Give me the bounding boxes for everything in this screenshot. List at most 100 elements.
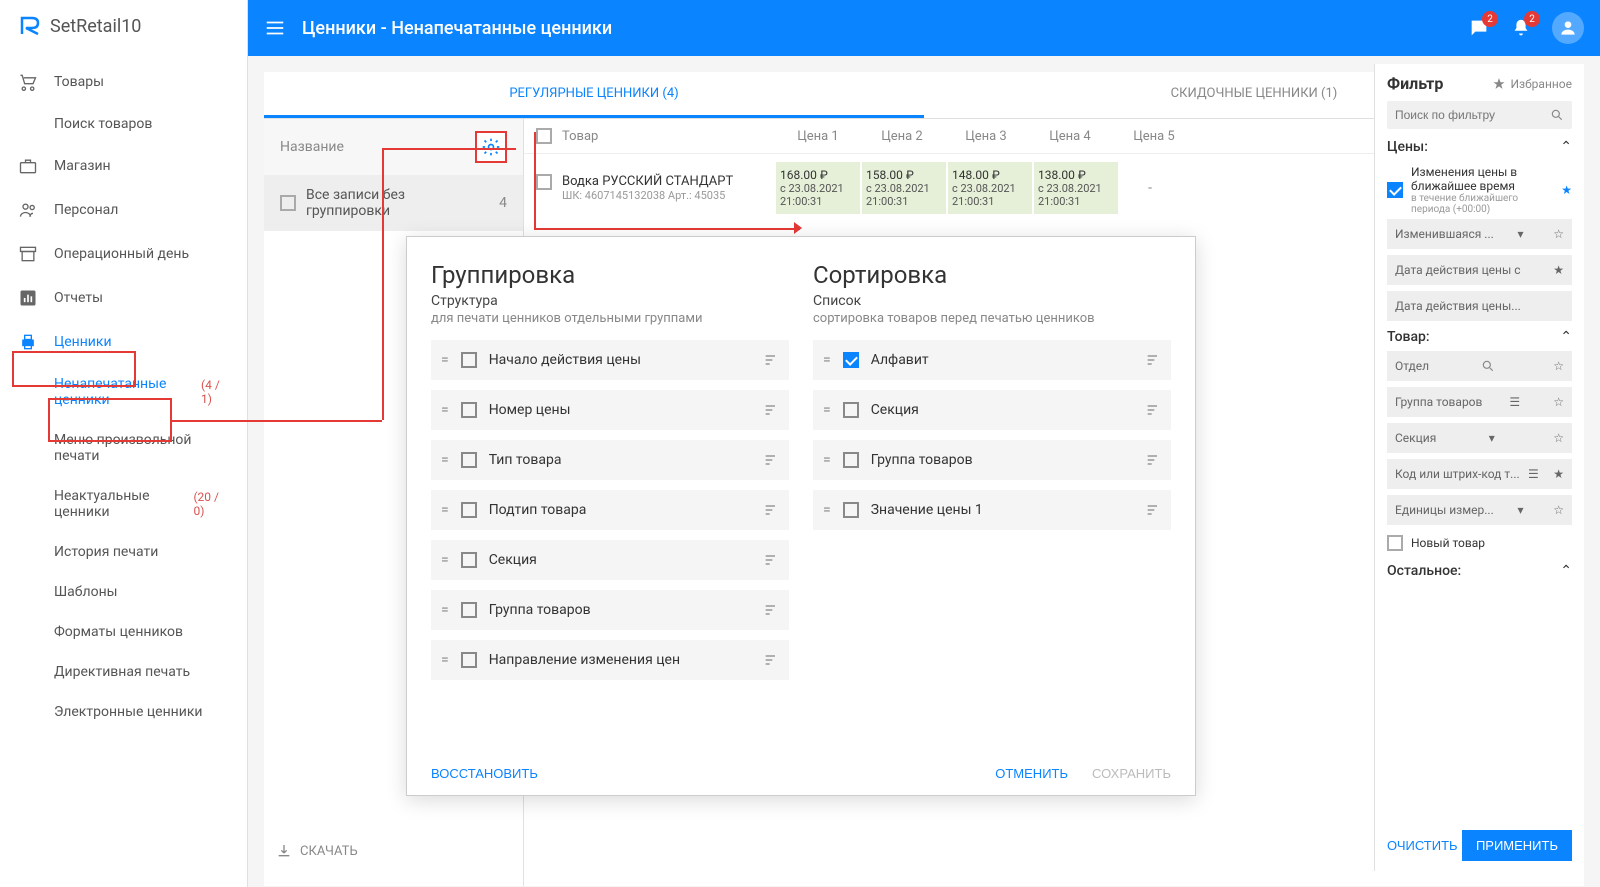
filter-department[interactable]: Отдел ☆ [1387,351,1572,381]
star-icon[interactable]: ☆ [1553,395,1564,409]
star-icon[interactable]: ★ [1561,183,1572,197]
filter-date-from[interactable]: Дата действия цены с★ [1387,255,1572,285]
checkbox[interactable] [1387,182,1403,198]
drag-handle-icon[interactable]: = [441,452,449,468]
group-list-item[interactable]: =Номер цены [431,390,789,430]
messages-button[interactable]: 2 [1468,17,1490,39]
checkbox[interactable] [280,195,296,211]
sort-icon[interactable] [1145,502,1161,518]
star-icon[interactable]: ☆ [1553,503,1564,517]
drag-handle-icon[interactable]: = [823,502,831,518]
filter-new-product-label: Новый товар [1411,536,1485,550]
sort-icon[interactable] [763,602,779,618]
sort-icon[interactable] [1145,452,1161,468]
star-icon[interactable]: ☆ [1553,359,1564,373]
sort-icon[interactable] [1145,352,1161,368]
cancel-button[interactable]: ОТМЕНИТЬ [995,766,1068,781]
filter-search-input[interactable] [1395,108,1550,122]
filter-date-to[interactable]: Дата действия цены... [1387,291,1572,321]
group-list-item[interactable]: =Тип товара [431,440,789,480]
checkbox[interactable] [461,552,477,568]
sort-icon[interactable] [763,552,779,568]
checkbox[interactable] [843,452,859,468]
nav-outdated[interactable]: Неактуальные ценники (20 / 0) [54,476,247,532]
drag-handle-icon[interactable]: = [441,402,449,418]
chevron-up-icon[interactable]: ⌃ [1560,563,1572,579]
sort-icon[interactable] [763,352,779,368]
tab-regular[interactable]: РЕГУЛЯРНЫЕ ЦЕННИКИ (4) [264,72,924,118]
sort-list-item[interactable]: =Секция [813,390,1171,430]
filter-department-label: Отдел [1395,359,1429,373]
filter-group[interactable]: Группа товаров☰☆ [1387,387,1572,417]
sort-list-item[interactable]: =Значение цены 1 [813,490,1171,530]
drag-handle-icon[interactable]: = [823,352,831,368]
avatar[interactable] [1552,12,1584,44]
nav-history[interactable]: История печати [54,532,247,572]
sort-icon[interactable] [763,452,779,468]
nav-store[interactable]: Магазин [0,144,247,188]
filter-search[interactable] [1387,101,1572,129]
checkbox[interactable] [461,352,477,368]
filter-apply-button[interactable]: ПРИМЕНИТЬ [1462,830,1572,861]
chevron-up-icon[interactable]: ⌃ [1560,329,1572,345]
nav-templates[interactable]: Шаблоны [54,572,247,612]
drag-handle-icon[interactable]: = [441,352,449,368]
filter-code[interactable]: Код или штрих-код т...☰★ [1387,459,1572,489]
sort-icon[interactable] [763,652,779,668]
group-all-row[interactable]: Все записи без группировки 4 [264,175,523,231]
checkbox[interactable] [843,402,859,418]
drag-handle-icon[interactable]: = [441,602,449,618]
sort-icon[interactable] [763,402,779,418]
sort-icon[interactable] [1145,402,1161,418]
filter-clear-button[interactable]: ОЧИСТИТЬ [1387,830,1458,861]
drag-handle-icon[interactable]: = [823,452,831,468]
notifications-button[interactable]: 2 [1510,17,1532,39]
restore-button[interactable]: ВОССТАНОВИТЬ [431,766,538,781]
checkbox[interactable] [843,502,859,518]
filter-price-soon[interactable]: Изменения цены в ближайшее время в течен… [1387,161,1572,219]
star-icon[interactable]: ☆ [1553,227,1564,241]
group-list-item[interactable]: =Секция [431,540,789,580]
checkbox[interactable] [1387,535,1403,551]
checkbox[interactable] [461,402,477,418]
nav-products[interactable]: Товары [0,60,247,104]
checkbox[interactable] [461,452,477,468]
row-checkbox[interactable] [536,174,552,190]
save-button[interactable]: СОХРАНИТЬ [1092,766,1171,781]
drag-handle-icon[interactable]: = [441,552,449,568]
checkbox[interactable] [843,352,859,368]
sort-icon[interactable] [763,502,779,518]
download-button[interactable]: СКАЧАТЬ [264,831,370,871]
group-list-item[interactable]: =Подтип товара [431,490,789,530]
checkbox[interactable] [461,502,477,518]
filter-units[interactable]: Единицы измер...▾☆ [1387,495,1572,525]
checkbox[interactable] [461,602,477,618]
group-list-item[interactable]: =Группа товаров [431,590,789,630]
checkbox-all[interactable] [536,128,552,144]
hamburger-icon[interactable] [264,17,286,39]
drag-handle-icon[interactable]: = [441,652,449,668]
filter-section[interactable]: Секция▾☆ [1387,423,1572,453]
star-icon[interactable]: ☆ [1553,431,1564,445]
settings-button[interactable] [475,131,507,163]
group-list-item[interactable]: =Направление изменения цен [431,640,789,680]
drag-handle-icon[interactable]: = [441,502,449,518]
favorites-toggle[interactable]: Избранное [1492,77,1572,91]
nav-formats[interactable]: Форматы ценников [54,612,247,652]
sort-list-item[interactable]: =Группа товаров [813,440,1171,480]
nav-search-products[interactable]: Поиск товаров [54,104,247,144]
checkbox[interactable] [461,652,477,668]
filter-changed-select[interactable]: Изменившаяся ...▾☆ [1387,219,1572,249]
sort-list-item[interactable]: =Алфавит [813,340,1171,380]
nav-electronic[interactable]: Электронные ценники [54,692,247,732]
group-list-item[interactable]: =Начало действия цены [431,340,789,380]
nav-opday[interactable]: Операционный день [0,232,247,276]
nav-reports[interactable]: Отчеты [0,276,247,320]
star-icon[interactable]: ★ [1553,467,1564,481]
nav-staff[interactable]: Персонал [0,188,247,232]
nav-directive[interactable]: Директивная печать [54,652,247,692]
chevron-up-icon[interactable]: ⌃ [1560,139,1572,155]
drag-handle-icon[interactable]: = [823,402,831,418]
star-icon[interactable]: ★ [1553,263,1564,277]
filter-new-product[interactable]: Новый товар [1387,531,1572,555]
